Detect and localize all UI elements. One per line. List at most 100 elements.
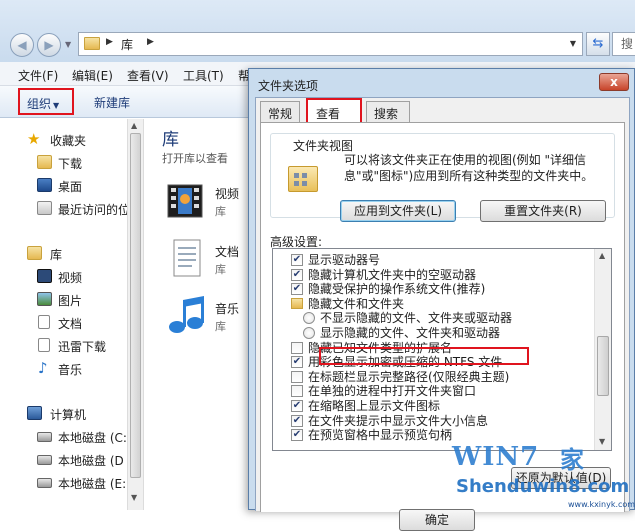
page-title: 库 bbox=[162, 130, 179, 150]
menu-file[interactable]: 文件(F) bbox=[18, 67, 58, 84]
nav-favorites[interactable]: ★ 收藏夹 bbox=[0, 129, 127, 151]
advanced-setting-row[interactable]: 在标题栏显示完整路径(仅限经典主题) bbox=[273, 370, 593, 385]
nav-item-pictures[interactable]: 图片 bbox=[0, 289, 127, 311]
scroll-down-arrow-icon[interactable]: ▼ bbox=[599, 437, 605, 446]
nav-item-downloads[interactable]: 下载 bbox=[0, 152, 127, 174]
page-subtitle: 打开库以查看 bbox=[162, 152, 228, 165]
breadcrumb-chevron-icon[interactable]: ▶ bbox=[147, 37, 154, 47]
advanced-setting-label: 隐藏文件和文件夹 bbox=[308, 296, 405, 311]
menu-edit[interactable]: 编辑(E) bbox=[72, 67, 113, 84]
nav-item-label: 最近访问的位 bbox=[58, 203, 131, 217]
organize-button[interactable]: 组织 ▼ bbox=[18, 88, 74, 115]
icon-dot bbox=[302, 173, 307, 178]
reset-folders-button[interactable]: 重置文件夹(R) bbox=[480, 200, 606, 222]
nav-libraries[interactable]: 库 bbox=[0, 243, 127, 265]
nav-item-label: 音乐 bbox=[58, 363, 83, 377]
restore-defaults-button[interactable]: 还原为默认值(D) bbox=[511, 467, 611, 489]
menu-tools[interactable]: 工具(T) bbox=[183, 67, 224, 84]
folder-options-dialog: 文件夹选项 x 常规 查看 搜索 文件夹视图 可以将该文件夹正在使用的视图(例如… bbox=[248, 68, 635, 531]
icon-dot bbox=[294, 173, 299, 178]
checkbox-checked[interactable]: ✔ bbox=[291, 283, 303, 296]
advanced-setting-row[interactable]: ✔ 隐藏受保护的操作系统文件(推荐) bbox=[273, 282, 593, 297]
breadcrumb-libraries[interactable]: 库 bbox=[121, 36, 133, 53]
nav-computer[interactable]: 计算机 bbox=[0, 403, 127, 425]
advanced-setting-label: 不显示隐藏的文件、文件夹或驱动器 bbox=[320, 311, 513, 326]
nav-item-documents[interactable]: 文档 bbox=[0, 312, 127, 334]
scroll-down-arrow-icon[interactable]: ▼ bbox=[131, 493, 137, 502]
nav-item-label: 文档 bbox=[58, 317, 83, 331]
checkbox-checked[interactable]: ✔ bbox=[291, 356, 303, 369]
radio-button[interactable] bbox=[303, 327, 315, 339]
breadcrumb-chevron-icon[interactable]: ▶ bbox=[106, 37, 113, 47]
advanced-setting-row[interactable]: ✔ 在预览窗格中显示预览句柄 bbox=[273, 428, 593, 443]
checkbox-checked[interactable]: ✔ bbox=[291, 414, 303, 427]
new-library-button[interactable]: 新建库 bbox=[94, 94, 130, 111]
back-button[interactable]: ◀ bbox=[10, 33, 34, 57]
scrollbar-thumb[interactable] bbox=[597, 336, 609, 396]
library-documents[interactable]: 文档 库 bbox=[160, 237, 255, 285]
star-icon: ★ bbox=[27, 130, 41, 148]
tab-general[interactable]: 常规 bbox=[260, 101, 300, 122]
address-bar[interactable]: ▶ 库 ▶ ▼ bbox=[78, 32, 583, 56]
advanced-setting-row[interactable]: ✔ 在缩略图上显示文件图标 bbox=[273, 399, 593, 414]
picture-library-icon bbox=[37, 292, 52, 306]
library-music[interactable]: 音乐 库 bbox=[160, 294, 255, 342]
checkbox-checked[interactable]: ✔ bbox=[291, 429, 303, 442]
address-dropdown-icon[interactable]: ▼ bbox=[570, 39, 576, 48]
checkbox-checked[interactable]: ✔ bbox=[291, 400, 303, 412]
recent-pages-dropdown[interactable]: ▼ bbox=[65, 40, 71, 49]
close-button[interactable]: x bbox=[599, 73, 629, 91]
library-name: 视频 bbox=[215, 187, 240, 201]
tab-view[interactable]: 查看 bbox=[306, 98, 362, 124]
advanced-setting-row[interactable]: ✔ 在文件夹提示中显示文件大小信息 bbox=[273, 414, 593, 429]
nav-item-drive-c[interactable]: 本地磁盘 (C: bbox=[0, 426, 127, 448]
advanced-setting-row[interactable]: ✔ 显示驱动器号 bbox=[273, 253, 593, 268]
icon-dot bbox=[294, 181, 299, 186]
nav-computer-label: 计算机 bbox=[50, 408, 87, 422]
ok-button[interactable]: 确定 bbox=[399, 509, 475, 531]
navigation-scrollbar[interactable]: ▲ ▼ bbox=[127, 119, 144, 510]
folder-views-description: 可以将该文件夹正在使用的视图(例如 "详细信息"或"图标")应用到所有这种类型的… bbox=[344, 153, 594, 183]
nav-item-drive-d[interactable]: 本地磁盘 (D bbox=[0, 449, 127, 471]
hard-drive-icon bbox=[37, 432, 52, 442]
checkbox-checked[interactable]: ✔ bbox=[291, 268, 303, 281]
scroll-up-arrow-icon[interactable]: ▲ bbox=[131, 121, 137, 130]
nav-item-drive-e[interactable]: 本地磁盘 (E: bbox=[0, 472, 127, 494]
refresh-button[interactable]: ⇆ bbox=[586, 32, 610, 56]
hard-drive-icon bbox=[37, 478, 52, 488]
nav-item-music[interactable]: ♪ 音乐 bbox=[0, 358, 127, 380]
nav-item-desktop[interactable]: 桌面 bbox=[0, 175, 127, 197]
nav-item-thunder-downloads[interactable]: 迅雷下载 bbox=[0, 335, 127, 357]
advanced-setting-label: 在单独的进程中打开文件夹窗口 bbox=[308, 384, 477, 399]
advanced-setting-row[interactable]: 显示隐藏的文件、文件夹和驱动器 bbox=[273, 326, 593, 341]
hard-drive-icon bbox=[37, 455, 52, 465]
checkbox-unchecked[interactable] bbox=[291, 385, 303, 398]
advanced-setting-label: 隐藏计算机文件夹中的空驱动器 bbox=[308, 267, 477, 282]
chevron-down-icon: ▼ bbox=[53, 101, 60, 110]
library-videos[interactable]: 视频 库 bbox=[160, 179, 255, 227]
scrollbar-thumb[interactable] bbox=[130, 133, 141, 478]
radio-button[interactable] bbox=[303, 312, 315, 325]
checkbox-unchecked[interactable] bbox=[291, 370, 303, 383]
nav-item-recent[interactable]: 最近访问的位 bbox=[0, 198, 131, 220]
tab-search[interactable]: 搜索 bbox=[366, 101, 410, 122]
folder-view-icon bbox=[288, 166, 318, 192]
advanced-setting-row[interactable]: ✔ 隐藏计算机文件夹中的空驱动器 bbox=[273, 268, 593, 283]
forward-button[interactable]: ▶ bbox=[37, 33, 61, 57]
download-library-icon bbox=[38, 338, 50, 352]
nav-item-videos[interactable]: 视频 bbox=[0, 266, 127, 288]
refresh-icon: ⇆ bbox=[592, 36, 604, 51]
apply-to-folders-button[interactable]: 应用到文件夹(L) bbox=[340, 200, 456, 222]
highlight-show-hidden-files bbox=[319, 347, 529, 365]
scroll-up-arrow-icon[interactable]: ▲ bbox=[599, 251, 605, 260]
advanced-setting-row[interactable]: 隐藏文件和文件夹 bbox=[273, 297, 593, 312]
search-input[interactable]: 搜 bbox=[612, 32, 635, 56]
library-name: 文档 bbox=[215, 245, 240, 259]
advanced-setting-row[interactable]: 在单独的进程中打开文件夹窗口 bbox=[273, 384, 593, 399]
checkbox-checked[interactable]: ✔ bbox=[291, 254, 303, 266]
advanced-setting-row[interactable]: 不显示隐藏的文件、文件夹或驱动器 bbox=[273, 311, 593, 326]
menu-view[interactable]: 查看(V) bbox=[127, 67, 169, 84]
library-type: 库 bbox=[215, 263, 226, 276]
checkbox-unchecked[interactable] bbox=[291, 341, 303, 354]
advanced-list-scrollbar[interactable]: ▲ ▼ bbox=[594, 249, 611, 450]
